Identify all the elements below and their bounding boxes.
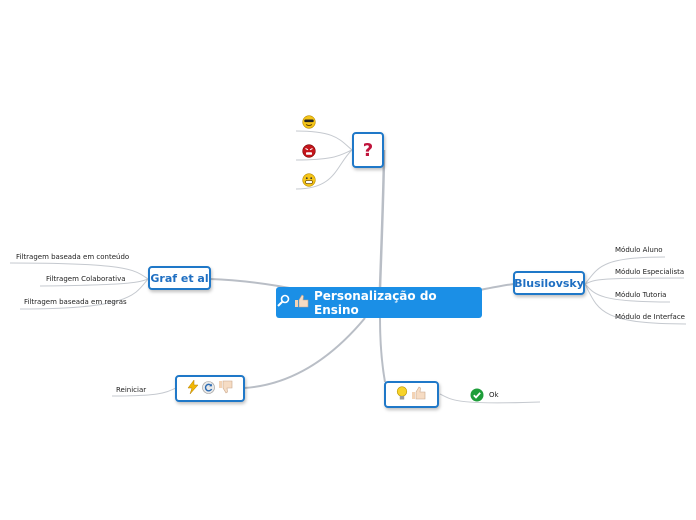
leaf-modulo-tutoria[interactable]: Módulo Tutoria: [615, 291, 666, 299]
magnifier-icon: [276, 294, 290, 311]
leaf-filtragem-conteudo[interactable]: Filtragem baseada em conteúdo: [16, 253, 129, 261]
blusilovsky-node[interactable]: Blusilovsky: [513, 271, 585, 295]
thumbs-up-icon: [294, 294, 310, 311]
thumbs-down-icon: [218, 380, 234, 397]
leaf-modulo-especialista[interactable]: Módulo Especialista: [615, 268, 684, 276]
thumbs-up-icon: [411, 386, 427, 403]
restart-node[interactable]: [175, 375, 245, 402]
leaf-filtragem-colaborativa[interactable]: Filtragem Colaborativa: [46, 275, 126, 283]
leaf-reiniciar[interactable]: Reiniciar: [116, 386, 146, 394]
blusilovsky-label: Blusilovsky: [514, 276, 584, 290]
central-topic[interactable]: Personalização do Ensino: [276, 287, 482, 318]
leaf-modulo-interface[interactable]: Módulo de Interface: [615, 313, 685, 321]
refresh-icon: [201, 380, 215, 397]
grin-face-icon: [302, 172, 316, 191]
cool-face-icon: [302, 114, 316, 133]
graf-node[interactable]: Graf et al: [148, 266, 211, 290]
leaf-ok[interactable]: Ok: [489, 391, 499, 399]
check-icon: [470, 387, 484, 406]
angry-face-icon: [302, 143, 316, 162]
question-node[interactable]: ?: [352, 132, 384, 168]
question-label: ?: [362, 139, 374, 161]
leaf-modulo-aluno[interactable]: Módulo Aluno: [615, 246, 663, 254]
central-title: Personalização do Ensino: [314, 288, 437, 317]
leaf-filtragem-regras[interactable]: Filtragem baseada em regras: [24, 298, 127, 306]
idea-node[interactable]: [384, 381, 439, 408]
lightbulb-icon: [396, 385, 408, 404]
lightning-icon: [187, 379, 199, 397]
graf-label: Graf et al: [150, 271, 209, 285]
